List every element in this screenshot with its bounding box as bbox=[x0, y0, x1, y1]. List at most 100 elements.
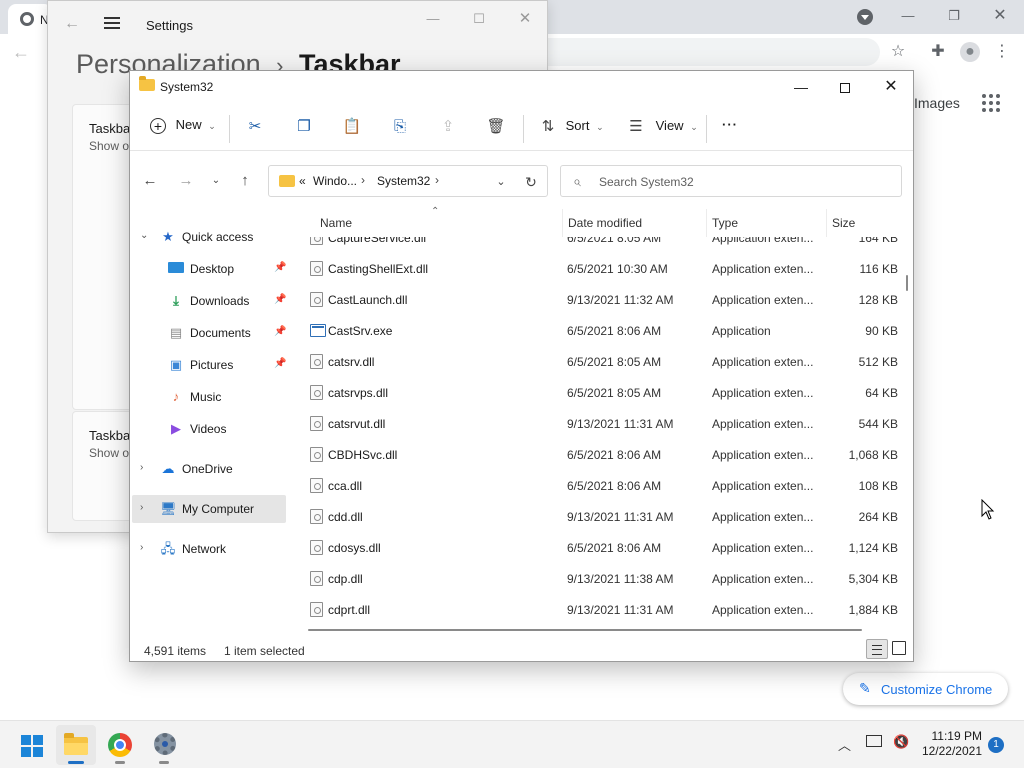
tab-search-icon[interactable] bbox=[857, 9, 873, 25]
more-options-button[interactable]: ··· bbox=[722, 117, 738, 141]
chrome-restore-button[interactable]: ❐ bbox=[944, 6, 964, 26]
view-button[interactable]: ☰ View ⌄ bbox=[626, 117, 697, 141]
chevron-right-icon[interactable]: › bbox=[140, 502, 143, 513]
nav-videos[interactable]: ▶ Videos bbox=[132, 415, 286, 443]
nav-desktop[interactable]: Desktop 📌 bbox=[132, 255, 286, 283]
file-row[interactable]: cdprt.dll 9/13/2021 11:31 AM Application e… bbox=[290, 594, 902, 625]
extensions-icon[interactable]: ✚ bbox=[928, 42, 948, 62]
column-resize-handle[interactable] bbox=[562, 209, 563, 237]
chevron-down-icon[interactable]: ⌄ bbox=[491, 172, 511, 192]
taskbar-file-explorer[interactable] bbox=[56, 725, 96, 765]
chevron-right-icon[interactable]: › bbox=[361, 173, 365, 187]
column-header-type[interactable]: Type bbox=[712, 216, 738, 230]
file-row[interactable]: CastLaunch.dll 9/13/2021 11:32 AM Applicat… bbox=[290, 284, 902, 315]
tiles-view-icon[interactable] bbox=[892, 641, 906, 655]
chevron-up-icon[interactable]: ︿ bbox=[838, 735, 851, 754]
pin-icon[interactable]: 📌 bbox=[274, 294, 286, 305]
file-row[interactable]: cdp.dll 9/13/2021 11:38 AM Application ext… bbox=[290, 563, 902, 594]
column-resize-handle[interactable] bbox=[706, 209, 707, 237]
refresh-icon[interactable]: ↻ bbox=[521, 172, 541, 192]
close-button[interactable]: ✕ bbox=[868, 75, 914, 99]
address-segment-system32[interactable]: System32 bbox=[377, 174, 430, 188]
notification-badge[interactable]: 1 bbox=[988, 737, 1004, 753]
settings-close-button[interactable]: ✕ bbox=[514, 9, 536, 29]
nav-onedrive[interactable]: › ☁ OneDrive bbox=[132, 455, 286, 483]
chrome-tab[interactable]: N bbox=[8, 4, 52, 34]
file-row[interactable]: catsrv.dll 6/5/2021 8:05 AM Application ex… bbox=[290, 346, 902, 377]
chrome-back-icon[interactable]: ← bbox=[12, 42, 30, 63]
nav-documents[interactable]: ▤ Documents 📌 bbox=[132, 319, 287, 347]
share-button[interactable]: ⇪ bbox=[438, 117, 458, 141]
minimize-button[interactable]: — bbox=[778, 75, 824, 99]
volume-muted-icon[interactable]: 🔇 bbox=[893, 734, 909, 750]
address-overflow[interactable]: « bbox=[299, 174, 306, 188]
nav-network[interactable]: › 🖧 Network bbox=[132, 535, 286, 563]
details-view-icon[interactable] bbox=[866, 639, 888, 659]
file-row[interactable]: catsrvut.dll 9/13/2021 11:31 AM Applicatio… bbox=[290, 408, 902, 439]
column-header-date[interactable]: Date modified bbox=[568, 216, 642, 230]
column-header-size[interactable]: Size bbox=[832, 216, 855, 230]
chevron-down-icon[interactable]: ⌄ bbox=[140, 230, 148, 241]
paste-button[interactable]: 📋 bbox=[342, 117, 362, 141]
file-row[interactable]: CaptureService.dll 6/5/2021 8:05 AM Applic… bbox=[290, 237, 902, 253]
file-row[interactable]: cca.dll 6/5/2021 8:06 AM Application exten… bbox=[290, 470, 902, 501]
clock[interactable]: 11:19 PM 12/22/2021 bbox=[918, 729, 982, 759]
nav-my-computer[interactable]: › 🖥 My Computer bbox=[132, 495, 286, 523]
settings-minimize-button[interactable]: — bbox=[422, 9, 444, 29]
pin-icon[interactable]: 📌 bbox=[274, 358, 286, 369]
address-bar[interactable]: « Windo... › System32 › ⌄ ↻ bbox=[268, 165, 548, 197]
pin-icon[interactable]: 📌 bbox=[274, 326, 286, 337]
explorer-title-bar[interactable]: System32 — ✕ bbox=[130, 71, 913, 103]
bookmark-star-icon[interactable]: ☆ bbox=[888, 42, 908, 62]
forward-arrow-icon[interactable]: → bbox=[176, 171, 196, 191]
search-box[interactable]: ⌕ bbox=[560, 165, 902, 197]
taskbar-settings[interactable] bbox=[144, 725, 184, 765]
scroll-thumb[interactable] bbox=[308, 629, 862, 631]
file-row[interactable]: cdd.dll 9/13/2021 11:31 AM Application ext… bbox=[290, 501, 902, 532]
maximize-button[interactable] bbox=[822, 75, 868, 99]
customize-chrome-button[interactable]: ✎ Customize Chrome bbox=[843, 673, 1008, 705]
search-input[interactable] bbox=[599, 173, 889, 191]
column-resize-handle[interactable] bbox=[826, 209, 827, 237]
copy-button[interactable]: ❐ bbox=[294, 117, 314, 141]
start-button[interactable] bbox=[12, 725, 52, 765]
back-arrow-icon[interactable]: ← bbox=[140, 171, 160, 191]
chrome-minimize-button[interactable]: — bbox=[898, 6, 918, 26]
column-header-name[interactable]: Name bbox=[320, 216, 352, 230]
chevron-right-icon[interactable]: › bbox=[140, 542, 143, 553]
rename-button[interactable]: ⎘ bbox=[390, 117, 410, 141]
settings-maximize-button[interactable]: ☐ bbox=[468, 9, 490, 29]
sort-button[interactable]: ⇅ Sort ⌄ bbox=[538, 117, 604, 141]
scroll-thumb[interactable] bbox=[906, 275, 908, 291]
file-row[interactable]: CastingShellExt.dll 6/5/2021 10:30 AM Appl… bbox=[290, 253, 902, 284]
profile-avatar-icon[interactable]: ● bbox=[960, 42, 980, 62]
chrome-close-button[interactable]: ✕ bbox=[990, 6, 1010, 26]
chrome-menu-icon[interactable]: ⋮ bbox=[992, 42, 1012, 62]
cut-button[interactable]: ✂ bbox=[245, 117, 265, 141]
file-row[interactable]: cdosys.dll 6/5/2021 8:06 AM Application ex… bbox=[290, 532, 902, 563]
settings-back-icon[interactable]: ← bbox=[64, 15, 80, 33]
file-row[interactable]: CBDHSvc.dll 6/5/2021 8:06 AM Application e… bbox=[290, 439, 902, 470]
recent-locations-icon[interactable]: ⌄ bbox=[206, 171, 226, 191]
horizontal-scrollbar[interactable] bbox=[306, 629, 866, 633]
images-link[interactable]: Images bbox=[914, 95, 960, 111]
file-date-modified: 6/5/2021 8:06 AM bbox=[567, 479, 662, 493]
file-row[interactable]: CastSrv.exe 6/5/2021 8:06 AM Application 90… bbox=[290, 315, 902, 346]
chevron-right-icon[interactable]: › bbox=[140, 462, 143, 473]
nav-quick-access[interactable]: ⌄ ★ Quick access bbox=[132, 223, 286, 251]
nav-music[interactable]: ♪ Music bbox=[132, 383, 286, 411]
address-segment-windows[interactable]: Windo... bbox=[313, 174, 357, 188]
pin-icon[interactable]: 📌 bbox=[274, 262, 286, 273]
settings-menu-icon[interactable] bbox=[104, 17, 120, 29]
network-status-icon[interactable] bbox=[866, 735, 882, 747]
file-row[interactable]: catsrvps.dll 6/5/2021 8:05 AM Application … bbox=[290, 377, 902, 408]
delete-button[interactable]: 🗑 bbox=[486, 117, 506, 141]
vertical-scrollbar[interactable] bbox=[904, 219, 912, 629]
chevron-right-icon[interactable]: › bbox=[435, 173, 439, 187]
nav-pictures[interactable]: ▣ Pictures 📌 bbox=[132, 351, 287, 379]
taskbar-chrome[interactable] bbox=[100, 725, 140, 765]
nav-downloads[interactable]: ⤓ Downloads 📌 bbox=[132, 287, 286, 315]
up-arrow-icon[interactable]: ↑ bbox=[235, 171, 255, 191]
apps-grid-icon[interactable] bbox=[982, 94, 1000, 112]
new-button[interactable]: + New ⌄ bbox=[150, 117, 216, 141]
